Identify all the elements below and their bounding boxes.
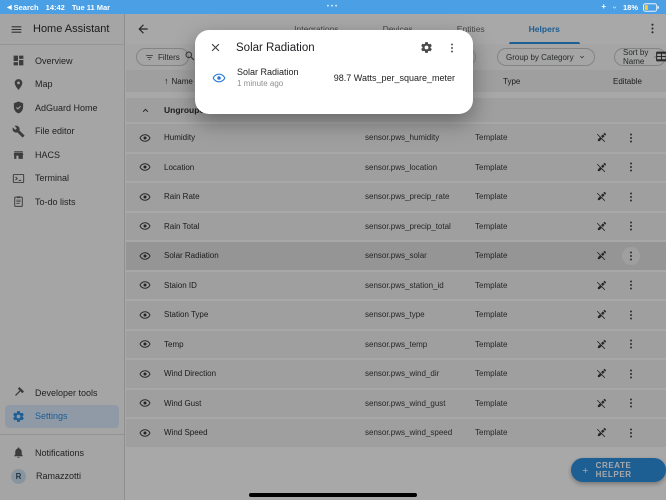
dialog-last-changed: 1 minute ago	[237, 79, 299, 88]
dialog-entity-state: 98.7 Watts_per_square_meter	[334, 73, 455, 83]
dialog-title: Solar Radiation	[236, 42, 315, 54]
dialog-entity-row[interactable]: Solar Radiation 1 minute ago 98.7 Watts_…	[195, 54, 473, 88]
status-bar: ◀ Search 14:42 Tue 11 Mar ••• + 18%	[0, 0, 666, 14]
eye-icon	[212, 71, 226, 85]
close-icon[interactable]	[209, 41, 222, 54]
dialog-entity-name: Solar Radiation	[237, 67, 299, 77]
status-dots: •••	[0, 4, 666, 10]
home-indicator[interactable]	[249, 493, 417, 497]
dots-vertical-icon[interactable]	[446, 42, 458, 54]
screen: ◀ Search 14:42 Tue 11 Mar ••• + 18% Home…	[0, 0, 666, 500]
entity-dialog: Solar Radiation Solar Radiation 1 minute…	[195, 30, 473, 114]
gear-icon[interactable]	[420, 41, 433, 54]
